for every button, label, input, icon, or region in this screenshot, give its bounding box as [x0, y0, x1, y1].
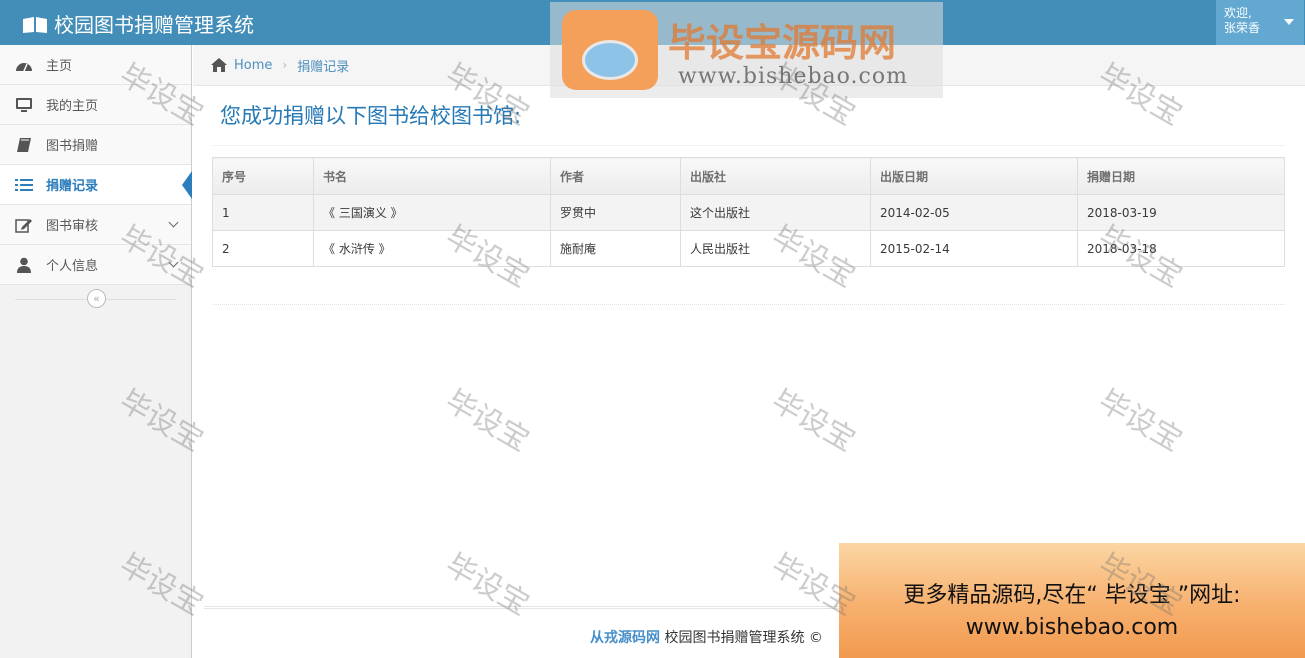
- sidebar-item-label: 主页: [46, 59, 73, 74]
- watermark-text: 毕设宝: [1092, 383, 1188, 459]
- table-cell: 施耐庵: [550, 230, 681, 267]
- sidebar-item-my-home[interactable]: 我的主页: [0, 85, 191, 125]
- watermark-text: 毕设宝: [765, 383, 861, 459]
- table-cell: 《 水浒传 》: [313, 230, 551, 267]
- table-cell: 2015-02-14: [870, 230, 1078, 267]
- table-row: 2 《 水浒传 》 施耐庵 人民出版社 2015-02-14 2018-03-1…: [212, 230, 1285, 267]
- sidebar-item-donate[interactable]: 图书捐赠: [0, 125, 191, 165]
- breadcrumb-home-link[interactable]: Home: [234, 58, 272, 73]
- column-header: 捐赠日期: [1077, 157, 1285, 195]
- footer-text: 校园图书捐赠管理系统 ©: [664, 630, 823, 646]
- logo-badge-icon: [562, 10, 658, 90]
- donation-records-table: 序号 书名 作者 出版社 出版日期 捐赠日期 1 《 三国演义 》 罗贯中 这个…: [212, 157, 1285, 267]
- sidebar-item-review[interactable]: 图书审核: [0, 205, 191, 245]
- table-cell: 1: [212, 194, 314, 231]
- desktop-icon: [14, 97, 34, 113]
- chevron-down-icon: [168, 217, 179, 228]
- table-cell: 罗贯中: [550, 194, 681, 231]
- home-icon: [210, 57, 228, 73]
- watermark-logo: 毕设宝源码网 www.bishebao.com: [550, 2, 943, 98]
- caret-down-icon: [1284, 19, 1294, 25]
- book-icon: [14, 137, 34, 153]
- promo-banner: 更多精品源码,尽在“ 毕设宝 ”网址: www.bishebao.com: [839, 543, 1305, 658]
- user-icon: [14, 257, 34, 273]
- table-header-row: 序号 书名 作者 出版社 出版日期 捐赠日期: [212, 157, 1285, 195]
- sidebar-item-label: 个人信息: [46, 259, 99, 274]
- sidebar-collapse: «: [0, 285, 191, 313]
- table-cell: 这个出版社: [680, 194, 871, 231]
- table-cell: 《 三国演义 》: [313, 194, 551, 231]
- user-menu[interactable]: 欢迎, 张荣香: [1216, 0, 1304, 45]
- footer: 从戎源码网 校园图书捐赠管理系统 ©: [590, 627, 823, 647]
- sidebar-item-records[interactable]: 捐赠记录: [0, 165, 192, 205]
- divider: [212, 304, 1285, 305]
- brand[interactable]: 校园图书捐赠管理系统: [22, 9, 254, 38]
- footer-brand: 从戎源码网: [590, 630, 660, 646]
- watermark-logo-name: 毕设宝源码网: [668, 21, 897, 65]
- watermark-logo-url: www.bishebao.com: [678, 64, 908, 89]
- table-cell: 2018-03-19: [1077, 194, 1285, 231]
- column-header: 出版日期: [870, 157, 1078, 195]
- column-header: 序号: [212, 157, 314, 195]
- edit-icon: [14, 217, 34, 233]
- breadcrumb-current[interactable]: 捐赠记录: [297, 56, 349, 75]
- sidebar-item-label: 图书审核: [46, 219, 99, 234]
- table-cell: 2018-03-18: [1077, 230, 1285, 267]
- column-header: 作者: [550, 157, 681, 195]
- app-title: 校园图书捐赠管理系统: [54, 13, 254, 37]
- sidebar-item-home[interactable]: 主页: [0, 45, 191, 85]
- divider: [212, 145, 1285, 146]
- sidebar-item-label: 我的主页: [46, 99, 99, 114]
- dashboard-icon: [14, 57, 34, 73]
- column-header: 出版社: [680, 157, 871, 195]
- promo-line-2: www.bishebao.com: [965, 615, 1179, 640]
- column-header: 书名: [313, 157, 551, 195]
- table-cell: 2: [212, 230, 314, 267]
- list-icon: [14, 177, 34, 193]
- collapse-sidebar-button[interactable]: «: [87, 289, 106, 308]
- watermark-text: 毕设宝: [439, 383, 535, 459]
- chevron-down-icon: [168, 257, 179, 268]
- book-open-icon: [22, 15, 48, 33]
- watermark-text: 毕设宝: [439, 547, 535, 623]
- sidebar-item-label: 图书捐赠: [46, 139, 99, 154]
- chevron-right-icon: ›: [282, 58, 288, 72]
- table-row: 1 《 三国演义 》 罗贯中 这个出版社 2014-02-05 2018-03-…: [212, 194, 1285, 231]
- page-title: 您成功捐赠以下图书给校图书馆:: [220, 104, 522, 128]
- table-cell: 人民出版社: [680, 230, 871, 267]
- sidebar-item-label: 捐赠记录: [46, 179, 99, 194]
- sidebar-item-profile[interactable]: 个人信息: [0, 245, 191, 285]
- sidebar: 主页 我的主页 图书捐赠 捐赠记录 图书审核 个人信息 «: [0, 45, 192, 658]
- table-cell: 2014-02-05: [870, 194, 1078, 231]
- promo-line-1: 更多精品源码,尽在“ 毕设宝 ”网址:: [903, 583, 1241, 608]
